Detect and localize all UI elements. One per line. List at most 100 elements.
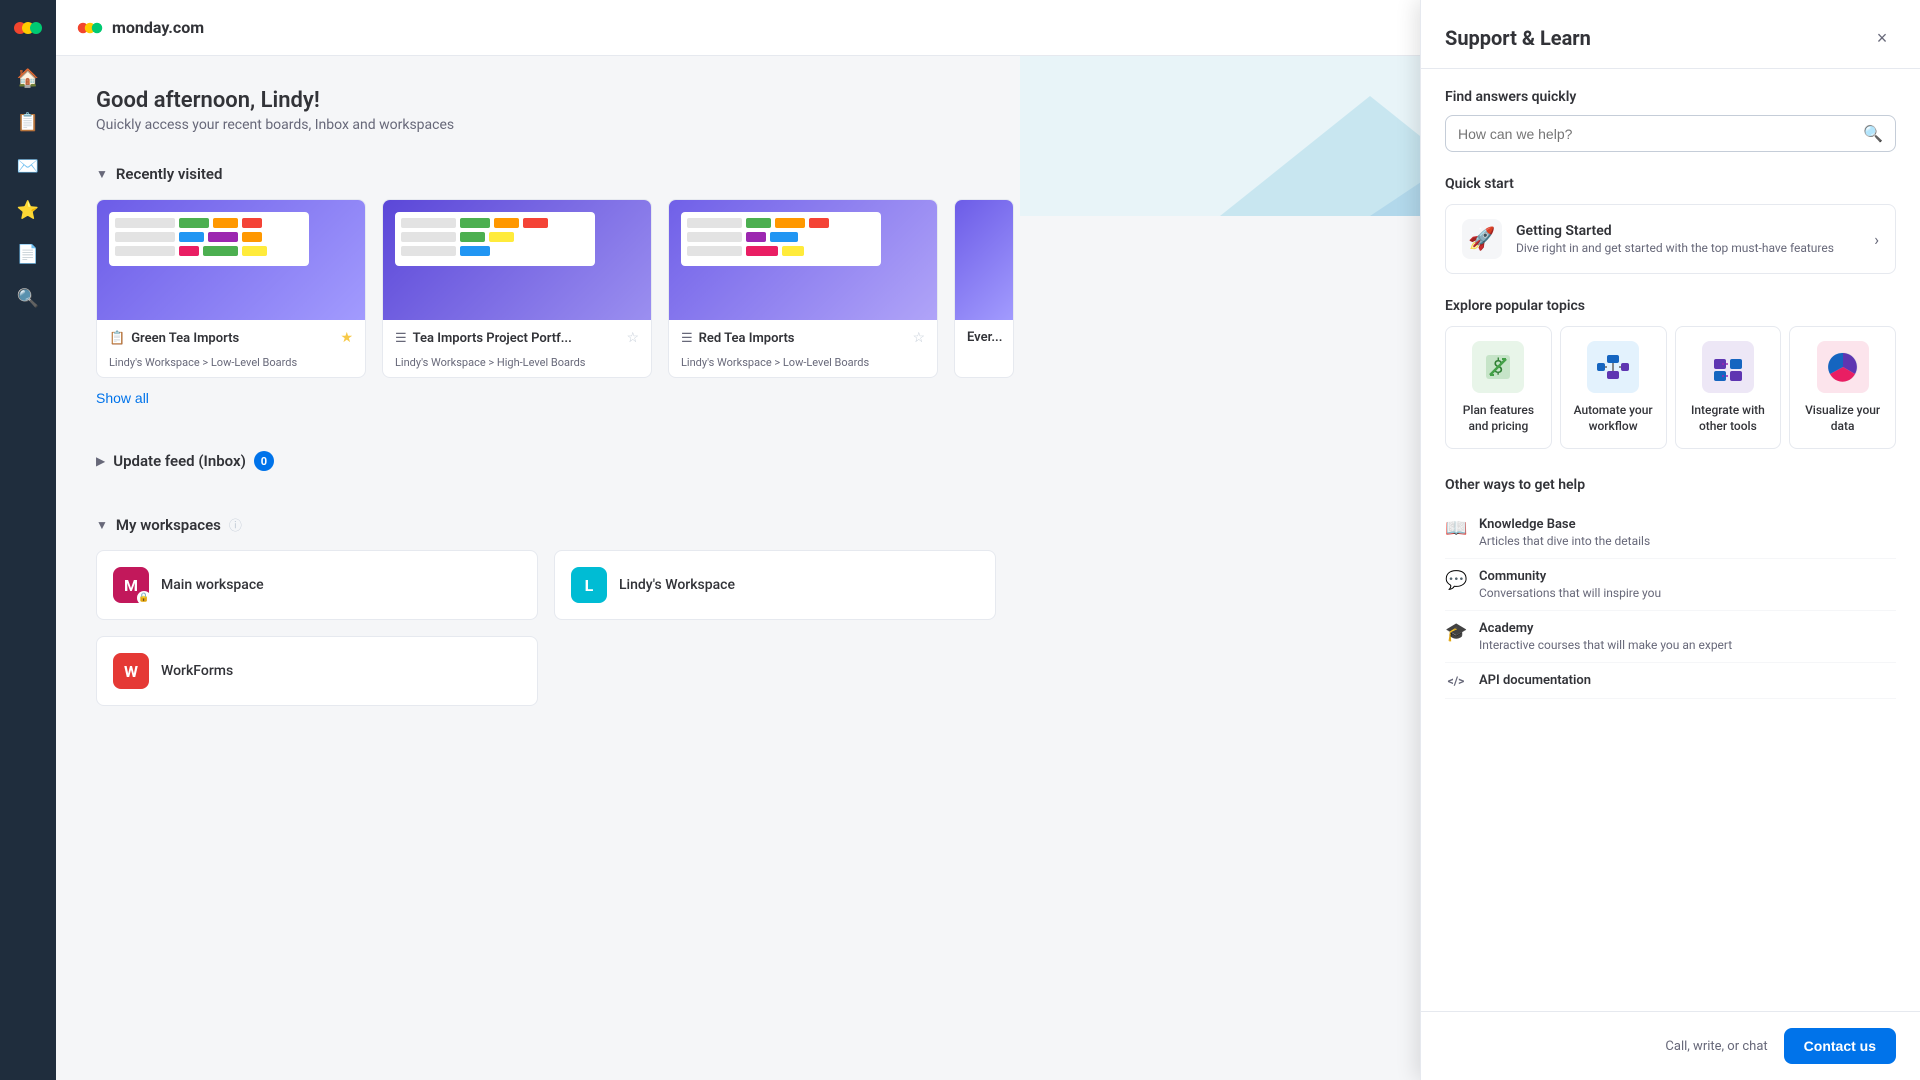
board-preview-inner-0 [109, 212, 309, 266]
sidebar-search[interactable]: 🔍 [10, 280, 46, 316]
support-search-input[interactable] [1458, 126, 1863, 142]
explore-icon-0: $ [1472, 341, 1524, 393]
help-item-knowledge-base[interactable]: 📖 Knowledge Base Articles that dive into… [1445, 507, 1896, 559]
getting-started-title: Getting Started [1516, 223, 1860, 239]
support-panel: Support & Learn × Find answers quickly 🔍… [1420, 0, 1920, 1080]
workspace-item-1[interactable]: L Lindy's Workspace [554, 550, 996, 620]
update-feed-title: Update feed (Inbox) [113, 452, 246, 470]
rocket-icon: 🚀 [1462, 219, 1502, 259]
search-icon: 🔍 [1863, 124, 1883, 143]
explore-icon-1 [1587, 341, 1639, 393]
knowledge-base-desc: Articles that dive into the details [1479, 534, 1650, 548]
support-footer: Call, write, or chat Contact us [1421, 1011, 1920, 1080]
board-star-1[interactable]: ☆ [626, 330, 639, 346]
community-icon: 💬 [1445, 570, 1467, 591]
board-path-0: Lindy's Workspace > Low-Level Boards [97, 356, 365, 377]
board-card-2[interactable]: ☰ Red Tea Imports ☆ Lindy's Workspace > … [668, 199, 938, 378]
workspace-avatar-1: L [571, 567, 607, 603]
academy-desc: Interactive courses that will make you a… [1479, 638, 1732, 652]
board-path-2: Lindy's Workspace > Low-Level Boards [669, 356, 937, 377]
help-item-text-3: API documentation [1479, 673, 1591, 688]
sidebar-boards[interactable]: 📋 [10, 104, 46, 140]
contact-us-button[interactable]: Contact us [1784, 1028, 1896, 1064]
support-header: Support & Learn × [1421, 0, 1920, 69]
support-title: Support & Learn [1445, 26, 1591, 50]
help-item-text-1: Community Conversations that will inspir… [1479, 569, 1661, 600]
workspace-item-2[interactable]: W WorkForms [96, 636, 538, 706]
workspace-item-0[interactable]: M 🔒 Main workspace [96, 550, 538, 620]
board-icon-1: ☰ [395, 331, 407, 346]
support-close-button[interactable]: × [1868, 24, 1896, 52]
show-all-button[interactable]: Show all [96, 390, 149, 406]
getting-started-card[interactable]: 🚀 Getting Started Dive right in and get … [1445, 204, 1896, 274]
help-item-text-2: Academy Interactive courses that will ma… [1479, 621, 1732, 652]
board-card-info-3: Ever... [955, 320, 1013, 355]
board-icon-0: 📋 [109, 331, 125, 346]
recently-visited-title: Recently visited [116, 165, 223, 183]
explore-card-1[interactable]: Automate your workflow [1560, 326, 1667, 449]
getting-started-info: Getting Started Dive right in and get st… [1516, 223, 1860, 255]
explore-card-label-1: Automate your workflow [1571, 403, 1656, 434]
academy-title: Academy [1479, 621, 1732, 636]
getting-started-arrow: › [1874, 230, 1879, 249]
quick-start-label: Quick start [1445, 176, 1896, 192]
explore-icon-3 [1817, 341, 1869, 393]
explore-label: Explore popular topics [1445, 298, 1896, 314]
board-card-preview-2 [669, 200, 937, 320]
footer-text: Call, write, or chat [1665, 1039, 1767, 1054]
workspaces-grid: M 🔒 Main workspace L Lindy's Workspace W [96, 550, 996, 706]
sidebar-inbox[interactable]: ✉️ [10, 148, 46, 184]
workspaces-info-icon[interactable]: ⓘ [229, 515, 242, 534]
academy-icon: 🎓 [1445, 622, 1467, 643]
board-name-0: Green Tea Imports [131, 331, 239, 346]
board-card-info-0: 📋 Green Tea Imports ★ [97, 320, 365, 356]
board-star-0[interactable]: ★ [340, 330, 353, 346]
help-item-academy[interactable]: 🎓 Academy Interactive courses that will … [1445, 611, 1896, 663]
support-body: Find answers quickly 🔍 Quick start 🚀 Get… [1421, 69, 1920, 1011]
explore-card-3[interactable]: Visualize your data [1789, 326, 1896, 449]
recently-visited-chevron[interactable]: ▼ [96, 167, 108, 181]
workspaces-title: My workspaces [116, 516, 221, 534]
workspace-avatar-2: W [113, 653, 149, 689]
board-card-title-1: ☰ Tea Imports Project Portf... [395, 331, 572, 346]
community-title: Community [1479, 569, 1661, 584]
board-card-preview-0 [97, 200, 365, 320]
board-card-info-2: ☰ Red Tea Imports ☆ [669, 320, 937, 356]
board-card-0[interactable]: 📋 Green Tea Imports ★ Lindy's Workspace … [96, 199, 366, 378]
api-title: API documentation [1479, 673, 1591, 688]
help-item-api[interactable]: </> API documentation [1445, 663, 1896, 699]
workspace-avatar-0: M 🔒 [113, 567, 149, 603]
board-name-2: Red Tea Imports [699, 331, 795, 346]
board-card-preview-1 [383, 200, 651, 320]
sidebar-favorites[interactable]: ⭐ [10, 192, 46, 228]
board-card-1[interactable]: ☰ Tea Imports Project Portf... ☆ Lindy's… [382, 199, 652, 378]
inbox-badge: 0 [254, 451, 274, 471]
explore-card-label-2: Integrate with other tools [1686, 403, 1771, 434]
help-item-community[interactable]: 💬 Community Conversations that will insp… [1445, 559, 1896, 611]
getting-started-subtitle: Dive right in and get started with the t… [1516, 241, 1860, 255]
board-path-1: Lindy's Workspace > High-Level Boards [383, 356, 651, 377]
board-star-2[interactable]: ☆ [912, 330, 925, 346]
app-logo: monday.com [76, 14, 204, 42]
workspace-initial-0: M [124, 576, 138, 595]
board-name-3: Ever... [967, 330, 1002, 345]
workspace-initial-2: W [124, 662, 138, 681]
explore-card-0[interactable]: $ Plan features and pricing [1445, 326, 1552, 449]
find-answers-label: Find answers quickly [1445, 89, 1896, 105]
knowledge-base-icon: 📖 [1445, 518, 1467, 539]
help-item-text-0: Knowledge Base Articles that dive into t… [1479, 517, 1650, 548]
explore-card-2[interactable]: Integrate with other tools [1675, 326, 1782, 449]
explore-icon-2 [1702, 341, 1754, 393]
update-feed-chevron: ▶ [96, 454, 105, 468]
workspace-name-1: Lindy's Workspace [619, 577, 735, 593]
board-card-info-1: ☰ Tea Imports Project Portf... ☆ [383, 320, 651, 356]
workspace-name-2: WorkForms [161, 663, 233, 679]
board-card-3[interactable]: Ever... [954, 199, 1014, 378]
sidebar-home[interactable]: 🏠 [10, 60, 46, 96]
board-card-title-2: ☰ Red Tea Imports [681, 331, 795, 346]
board-card-title-0: 📋 Green Tea Imports [109, 331, 239, 346]
workspaces-chevron[interactable]: ▼ [96, 518, 108, 532]
board-icon-2: ☰ [681, 331, 693, 346]
sidebar-workdocs[interactable]: 📄 [10, 236, 46, 272]
explore-card-label-3: Visualize your data [1800, 403, 1885, 434]
